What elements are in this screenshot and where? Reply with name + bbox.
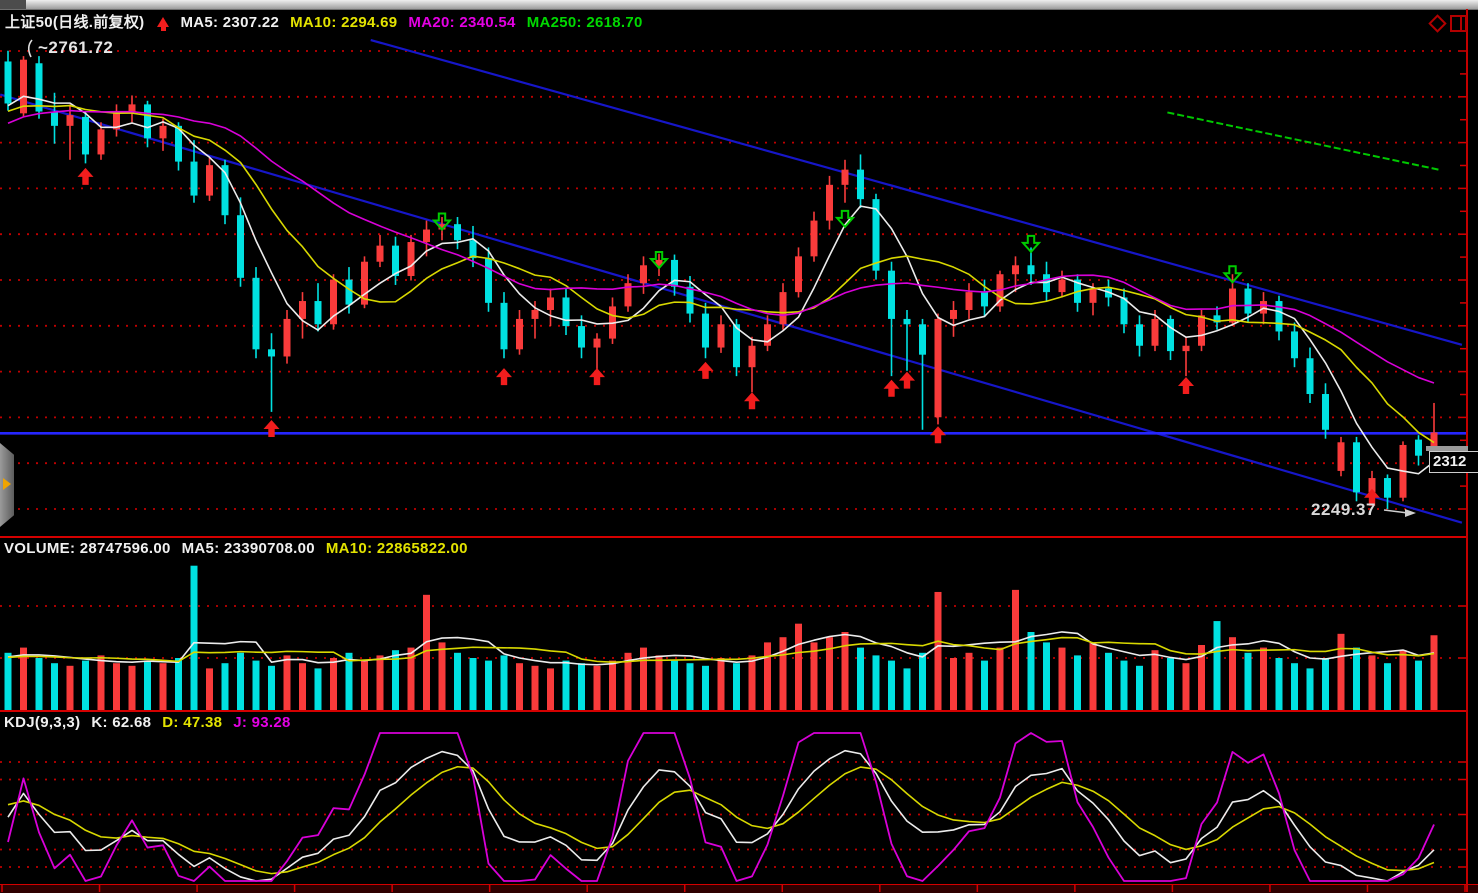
up-arrow-icon xyxy=(157,17,169,27)
period-high-label: ~2761.72 xyxy=(38,38,113,58)
volume-kdj-divider xyxy=(0,710,1467,712)
ma250-value: MA250: 2618.70 xyxy=(527,14,643,31)
stock-chart-app: { "main_header": { "symbol": "上证50(日线.前复… xyxy=(0,0,1478,892)
ma10-value: MA10: 2294.69 xyxy=(290,14,397,31)
volume-pane-header: VOLUME: 28747596.00 MA5: 23390708.00 MA10:… xyxy=(4,540,479,557)
chart-canvas[interactable] xyxy=(0,0,1478,892)
volume-ma10-value: MA10: 22865822.00 xyxy=(326,540,468,557)
ma5-value: MA5: 2307.22 xyxy=(180,14,279,31)
kdj-name: KDJ(9,3,3) xyxy=(4,714,80,731)
price-pane-header: 上证50(日线.前复权) MA5: 2307.22 MA10: 2294.69 MA2… xyxy=(5,11,654,32)
kdj-j-value: J: 93.28 xyxy=(233,714,290,731)
expand-triangle-icon xyxy=(3,478,11,490)
price-volume-divider xyxy=(0,536,1467,538)
kdj-k-value: K: 62.68 xyxy=(91,714,151,731)
volume-value: VOLUME: 28747596.00 xyxy=(4,540,171,557)
ma20-value: MA20: 2340.54 xyxy=(408,14,515,31)
kdj-d-value: D: 47.38 xyxy=(162,714,222,731)
volume-ma5-value: MA5: 23390708.00 xyxy=(182,540,315,557)
last-price-tag: 2312 xyxy=(1429,451,1478,473)
kdj-pane-header: KDJ(9,3,3) K: 62.68 D: 47.38 J: 93.28 xyxy=(4,714,302,731)
split-window-icon[interactable] xyxy=(1450,15,1467,32)
symbol-title[interactable]: 上证50(日线.前复权) xyxy=(5,14,144,31)
period-low-label: 2249.37 xyxy=(1311,500,1376,520)
